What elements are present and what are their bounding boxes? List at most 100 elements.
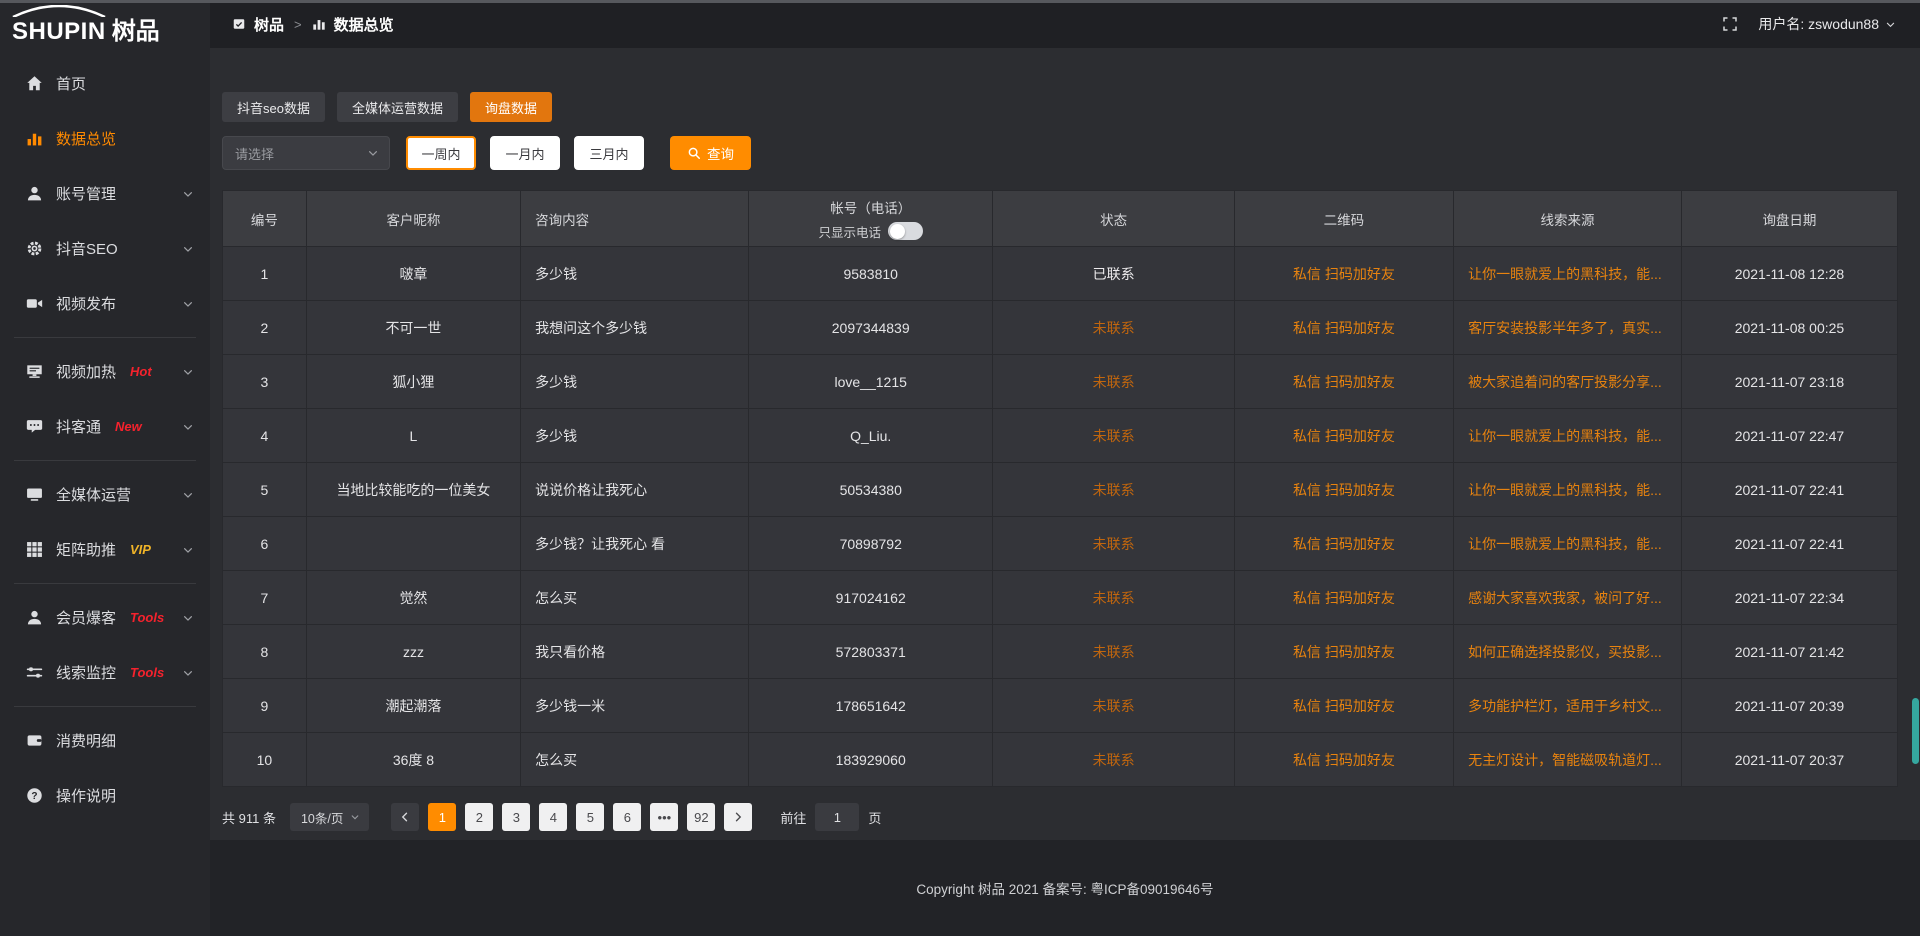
page-button-2[interactable]: 2 xyxy=(465,803,493,831)
tab-抖音seo数据[interactable]: 抖音seo数据 xyxy=(222,92,325,122)
sidebar-item[interactable]: 全媒体运营 xyxy=(0,467,210,522)
sidebar-item[interactable]: 会员爆客Tools xyxy=(0,590,210,645)
app-logo[interactable]: SHUPIN 树品 xyxy=(0,0,210,48)
qr-action-link[interactable]: 私信 扫码加好友 xyxy=(1234,247,1453,301)
phone-only-toggle[interactable] xyxy=(888,222,923,240)
data-tabs: 抖音seo数据全媒体运营数据询盘数据 xyxy=(222,92,1898,122)
page-button-92[interactable]: 92 xyxy=(687,803,715,831)
cell-nickname: 不可一世 xyxy=(306,301,520,355)
fullscreen-icon[interactable] xyxy=(1722,16,1738,32)
sidebar-item-label: 抖客通 xyxy=(56,416,101,437)
filter-bar: 请选择 一周内一月内三月内 查询 xyxy=(222,136,1898,170)
page-button-3[interactable]: 3 xyxy=(502,803,530,831)
breadcrumb-item-current: 数据总览 xyxy=(334,14,394,35)
lead-source-link[interactable]: 让你一眼就爱上的黑科技，能... xyxy=(1454,247,1682,301)
lead-source-link[interactable]: 如何正确选择投影仪，买投影... xyxy=(1454,625,1682,679)
lead-source-link[interactable]: 感谢大家喜欢我家，被问了好... xyxy=(1454,571,1682,625)
logo-wordmark: SHUPIN xyxy=(12,20,106,44)
sidebar-item[interactable]: 抖客通New xyxy=(0,399,210,454)
cell-index: 10 xyxy=(223,733,307,787)
column-header: 线索来源 xyxy=(1454,191,1682,247)
breadcrumb-item-home[interactable]: 树品 xyxy=(254,14,284,35)
page-size-select[interactable]: 10条/页 xyxy=(290,803,369,831)
range-button[interactable]: 一月内 xyxy=(490,136,560,170)
sidebar-item[interactable]: 视频发布 xyxy=(0,276,210,331)
query-button[interactable]: 查询 xyxy=(670,136,751,170)
chevron-down-icon xyxy=(367,147,379,159)
sidebar-item[interactable]: 消费明细 xyxy=(0,713,210,768)
sidebar-item[interactable]: ?操作说明 xyxy=(0,768,210,823)
user-menu[interactable]: 用户名: zswodun88 xyxy=(1758,14,1896,34)
page-button-5[interactable]: 5 xyxy=(576,803,604,831)
lead-source-link[interactable]: 让你一眼就爱上的黑科技，能... xyxy=(1454,409,1682,463)
lead-source-link[interactable]: 多功能护栏灯，适用于乡村文... xyxy=(1454,679,1682,733)
column-header-account: 帐号（电话） xyxy=(763,197,979,217)
chat-icon xyxy=(26,418,43,435)
sidebar-item-badge: VIP xyxy=(130,542,151,557)
logo-cn-text: 树品 xyxy=(112,20,160,44)
sidebar-item-label: 全媒体运营 xyxy=(56,484,131,505)
bar-chart-icon xyxy=(26,130,43,147)
tab-询盘数据[interactable]: 询盘数据 xyxy=(470,92,552,122)
lead-source-link[interactable]: 被大家追着问的客厅投影分享... xyxy=(1454,355,1682,409)
user-icon xyxy=(26,185,43,202)
sidebar-item[interactable]: 线索监控Tools xyxy=(0,645,210,700)
chevron-down-icon xyxy=(182,188,194,200)
home-icon xyxy=(26,75,43,92)
page-button-4[interactable]: 4 xyxy=(539,803,567,831)
scrollbar-thumb[interactable] xyxy=(1912,698,1919,764)
cell-nickname: 潮起潮落 xyxy=(306,679,520,733)
qr-action-link[interactable]: 私信 扫码加好友 xyxy=(1234,571,1453,625)
filter-select[interactable]: 请选择 xyxy=(222,136,390,170)
qr-action-link[interactable]: 私信 扫码加好友 xyxy=(1234,409,1453,463)
lead-source-link[interactable]: 无主灯设计，智能磁吸轨道灯... xyxy=(1454,733,1682,787)
sidebar-item-label: 数据总览 xyxy=(56,128,116,149)
range-button[interactable]: 一周内 xyxy=(406,136,476,170)
cell-nickname: 啵章 xyxy=(306,247,520,301)
next-page-button[interactable] xyxy=(724,803,752,831)
table-row: 5当地比较能吃的一位美女说说价格让我死心50534380未联系私信 扫码加好友让… xyxy=(223,463,1898,517)
qr-action-link[interactable]: 私信 扫码加好友 xyxy=(1234,733,1453,787)
chevron-down-icon xyxy=(182,489,194,501)
tab-全媒体运营数据[interactable]: 全媒体运营数据 xyxy=(337,92,458,122)
cell-date: 2021-11-07 20:37 xyxy=(1681,733,1897,787)
qr-action-link[interactable]: 私信 扫码加好友 xyxy=(1234,679,1453,733)
qr-action-link[interactable]: 私信 扫码加好友 xyxy=(1234,463,1453,517)
sidebar-item[interactable]: 抖音SEO xyxy=(0,221,210,276)
lead-source-link[interactable]: 客厅安装投影半年多了，真实... xyxy=(1454,301,1682,355)
qr-action-link[interactable]: 私信 扫码加好友 xyxy=(1234,301,1453,355)
lead-source-link[interactable]: 让你一眼就爱上的黑科技，能... xyxy=(1454,463,1682,517)
cell-index: 2 xyxy=(223,301,307,355)
more-pages-button[interactable]: ••• xyxy=(650,803,678,831)
cell-index: 7 xyxy=(223,571,307,625)
column-header: 编号 xyxy=(223,191,307,247)
page-button-6[interactable]: 6 xyxy=(613,803,641,831)
pagination: 共 911 条 10条/页 123456•••92 前往 页 xyxy=(222,803,1898,831)
cell-index: 8 xyxy=(223,625,307,679)
column-header: 客户昵称 xyxy=(306,191,520,247)
sidebar-item[interactable]: 首页 xyxy=(0,56,210,111)
qr-action-link[interactable]: 私信 扫码加好友 xyxy=(1234,355,1453,409)
sidebar-item[interactable]: 矩阵助推VIP xyxy=(0,522,210,577)
qr-action-link[interactable]: 私信 扫码加好友 xyxy=(1234,517,1453,571)
table-row: 2不可一世我想问这个多少钱2097344839未联系私信 扫码加好友客厅安装投影… xyxy=(223,301,1898,355)
goto-page-input[interactable] xyxy=(815,803,859,831)
sidebar-item-label: 线索监控 xyxy=(56,662,116,683)
page-button-1[interactable]: 1 xyxy=(428,803,456,831)
table-row: 1036度 8怎么买183929060未联系私信 扫码加好友无主灯设计，智能磁吸… xyxy=(223,733,1898,787)
sidebar-item[interactable]: 账号管理 xyxy=(0,166,210,221)
column-header: 咨询内容 xyxy=(521,191,749,247)
sidebar-item[interactable]: 视频加热Hot xyxy=(0,344,210,399)
qr-action-link[interactable]: 私信 扫码加好友 xyxy=(1234,625,1453,679)
sidebar-divider xyxy=(14,337,196,338)
lead-source-link[interactable]: 让你一眼就爱上的黑科技，能... xyxy=(1454,517,1682,571)
range-button[interactable]: 三月内 xyxy=(574,136,644,170)
gear-icon xyxy=(26,240,43,257)
prev-page-button[interactable] xyxy=(391,803,419,831)
sidebar-item-label: 视频发布 xyxy=(56,293,116,314)
cell-account: 572803371 xyxy=(748,625,993,679)
cell-date: 2021-11-08 12:28 xyxy=(1681,247,1897,301)
sidebar-item[interactable]: 数据总览 xyxy=(0,111,210,166)
cell-nickname: L xyxy=(306,409,520,463)
cell-index: 3 xyxy=(223,355,307,409)
